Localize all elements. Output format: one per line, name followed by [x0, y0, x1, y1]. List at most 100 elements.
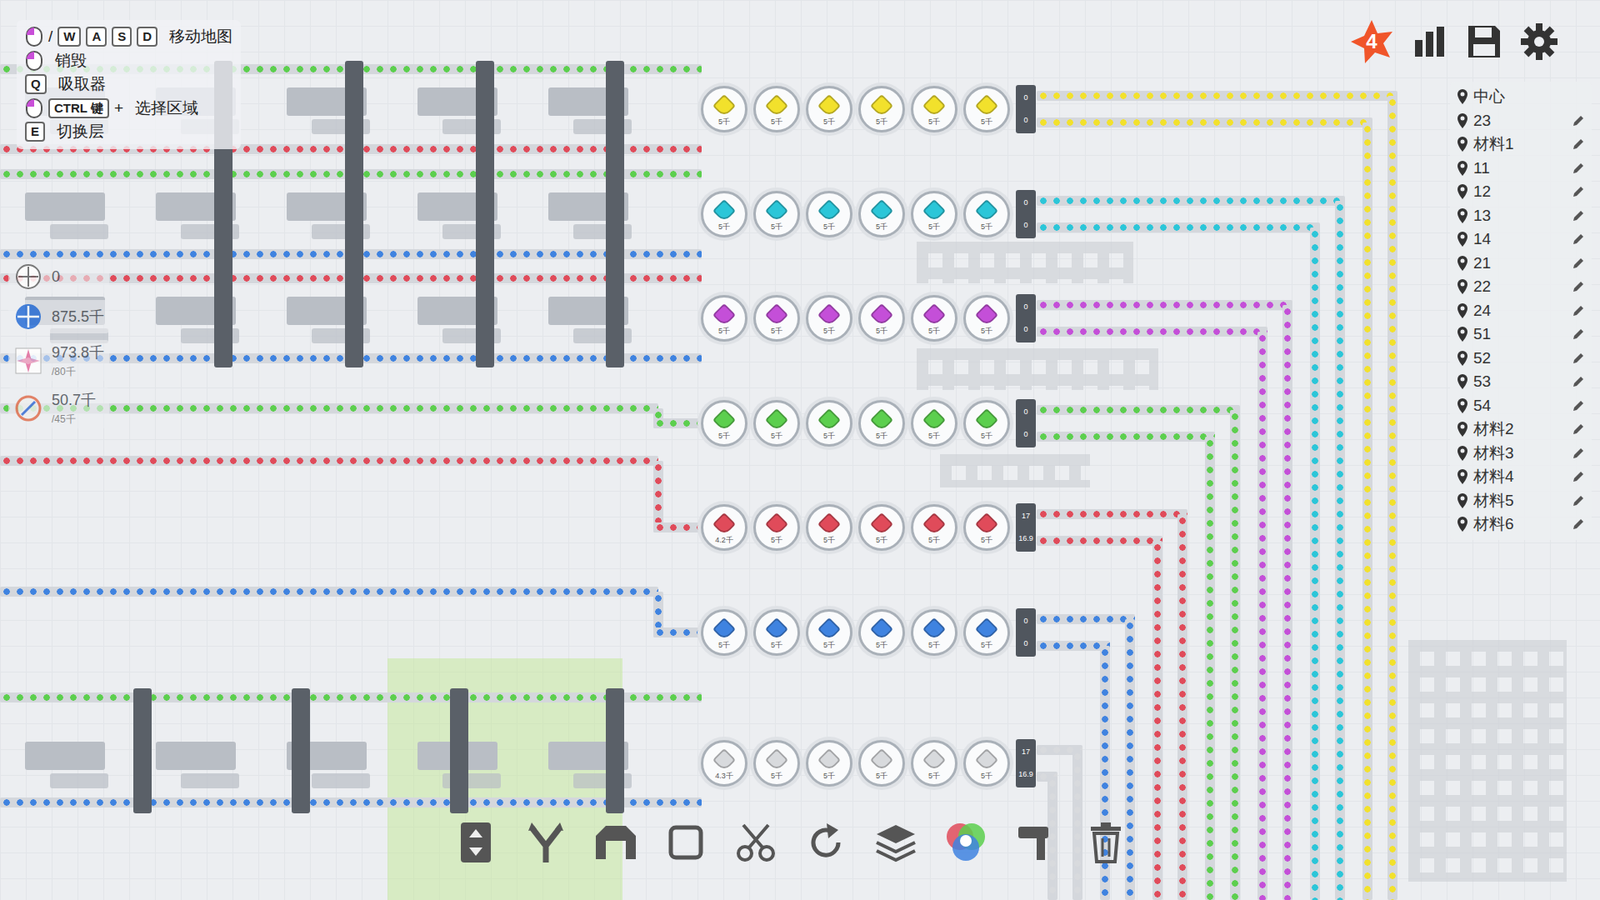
stats-icon[interactable] — [1411, 23, 1449, 60]
edit-icon[interactable] — [1571, 517, 1585, 531]
painter-machine[interactable]: 5千 — [910, 85, 958, 133]
edit-icon[interactable] — [1571, 137, 1585, 151]
edit-icon[interactable] — [1571, 494, 1585, 508]
painter-machine[interactable]: 5千 — [963, 295, 1010, 342]
painter-machine[interactable]: 5千 — [963, 190, 1010, 238]
conveyor-belt[interactable] — [1036, 431, 1215, 442]
edit-icon[interactable] — [1571, 161, 1585, 175]
painter-machine[interactable]: 5千 — [753, 295, 800, 342]
conveyor-belt[interactable] — [1205, 436, 1215, 900]
trash-icon[interactable] — [1080, 816, 1132, 869]
conveyor-belt[interactable] — [1282, 305, 1293, 900]
conveyor-belt[interactable] — [1036, 117, 1373, 128]
painter-machine[interactable]: 5千 — [700, 190, 748, 238]
conveyor-belt[interactable] — [1036, 222, 1320, 233]
star-badge[interactable]: 4 — [1348, 18, 1395, 65]
edit-icon[interactable] — [1571, 185, 1585, 199]
painter-machine[interactable]: 5千 — [753, 400, 800, 447]
conveyor-belt[interactable] — [653, 522, 702, 533]
waypoint-item[interactable]: 24 — [1456, 299, 1585, 324]
edit-icon[interactable] — [1571, 256, 1585, 270]
painter-machine[interactable]: 4.2千 — [700, 504, 748, 551]
waypoint-item[interactable]: 11 — [1456, 156, 1585, 181]
painter-machine[interactable]: 5千 — [858, 504, 905, 551]
conveyor-belt[interactable] — [1362, 122, 1373, 900]
conveyor-belt[interactable] — [0, 586, 659, 597]
conveyor-belt[interactable] — [653, 627, 702, 638]
edit-icon[interactable] — [1571, 422, 1585, 436]
conveyor-belt[interactable] — [1036, 195, 1345, 206]
stacker-icon[interactable] — [870, 816, 922, 869]
painter-machine[interactable]: 5千 — [858, 609, 905, 656]
conveyor-belt[interactable] — [1310, 227, 1320, 900]
conveyor-belt[interactable] — [0, 692, 702, 703]
painter-machine[interactable]: 5千 — [700, 85, 748, 133]
cutter-icon[interactable] — [730, 816, 782, 869]
splitter-icon[interactable] — [520, 816, 572, 869]
rotate-icon[interactable] — [800, 816, 852, 869]
painter-machine[interactable]: 5千 — [805, 85, 853, 133]
conveyor-belt[interactable] — [1036, 405, 1240, 415]
waypoint-item[interactable]: 材料1 — [1456, 132, 1585, 157]
waypoint-item[interactable]: 52 — [1456, 346, 1585, 371]
painter-machine[interactable]: 5千 — [805, 400, 853, 447]
edit-icon[interactable] — [1571, 446, 1585, 460]
painter-machine[interactable]: 5千 — [910, 740, 958, 787]
factory-map[interactable]: 5千5千5千5千5千5千005千5千5千5千5千5千005千5千5千5千5千5千… — [0, 0, 1600, 900]
conveyor-belt[interactable] — [1152, 540, 1163, 900]
pipe-icon[interactable] — [1010, 816, 1062, 869]
conveyor-belt[interactable] — [1230, 410, 1240, 900]
edit-icon[interactable] — [1571, 209, 1585, 223]
waypoint-item[interactable]: 51 — [1456, 322, 1585, 347]
waypoint-item[interactable]: 53 — [1456, 370, 1585, 395]
waypoint-item[interactable]: 中心 — [1456, 85, 1585, 110]
waypoint-item[interactable]: 21 — [1456, 251, 1585, 276]
painter-machine[interactable]: 5千 — [963, 85, 1010, 133]
painter-machine[interactable]: 5千 — [700, 295, 748, 342]
conveyor-belt[interactable] — [0, 797, 702, 808]
waypoint-item[interactable]: 材料5 — [1456, 489, 1585, 514]
painter-machine[interactable]: 5千 — [963, 400, 1010, 447]
edit-icon[interactable] — [1571, 351, 1585, 365]
conveyor-belt[interactable] — [1177, 514, 1188, 900]
conveyor-belt[interactable] — [1047, 776, 1058, 900]
waypoint-item[interactable]: 22 — [1456, 275, 1585, 300]
edit-icon[interactable] — [1571, 399, 1585, 413]
painter-machine[interactable]: 5千 — [858, 85, 905, 133]
conveyor-belt[interactable] — [0, 455, 659, 466]
conveyor-belt[interactable] — [1387, 95, 1398, 900]
painter-machine[interactable]: 5千 — [753, 609, 800, 656]
painter-machine[interactable]: 5千 — [910, 609, 958, 656]
painter-machine[interactable]: 5千 — [910, 400, 958, 447]
waypoint-item[interactable]: 12 — [1456, 180, 1585, 205]
painter-machine[interactable]: 4.3千 — [700, 740, 748, 787]
conveyor-belt[interactable] — [1036, 326, 1268, 337]
waypoint-item[interactable]: 材料3 — [1456, 441, 1585, 466]
waypoint-item[interactable]: 材料2 — [1456, 417, 1585, 442]
painter-machine[interactable]: 5千 — [910, 504, 958, 551]
painter-machine[interactable]: 5千 — [910, 190, 958, 238]
painter-machine[interactable]: 5千 — [753, 190, 800, 238]
conveyor-belt[interactable] — [1072, 750, 1083, 900]
painter-machine[interactable]: 5千 — [858, 295, 905, 342]
edit-icon[interactable] — [1571, 304, 1585, 318]
painter-machine[interactable]: 5千 — [805, 295, 853, 342]
painter-machine[interactable]: 5千 — [963, 740, 1010, 787]
conveyor-belt[interactable] — [1036, 640, 1110, 651]
waypoint-item[interactable]: 23 — [1456, 109, 1585, 134]
conveyor-belt[interactable] — [1257, 331, 1268, 900]
edit-icon[interactable] — [1571, 232, 1585, 246]
edit-icon[interactable] — [1571, 375, 1585, 389]
painter-machine[interactable]: 5千 — [805, 190, 853, 238]
waypoint-item[interactable]: 54 — [1456, 394, 1585, 419]
conveyor-belt[interactable] — [1036, 614, 1135, 625]
conveyor-belt[interactable] — [1335, 200, 1345, 900]
gear-icon[interactable] — [1520, 22, 1559, 61]
conveyor-belt[interactable] — [653, 418, 702, 429]
painter-machine[interactable]: 5千 — [753, 85, 800, 133]
waypoint-item[interactable]: 材料4 — [1456, 465, 1585, 490]
painter-machine[interactable]: 5千 — [858, 190, 905, 238]
painter-machine[interactable]: 5千 — [805, 504, 853, 551]
edit-icon[interactable] — [1571, 280, 1585, 294]
painter-machine[interactable]: 5千 — [805, 609, 853, 656]
